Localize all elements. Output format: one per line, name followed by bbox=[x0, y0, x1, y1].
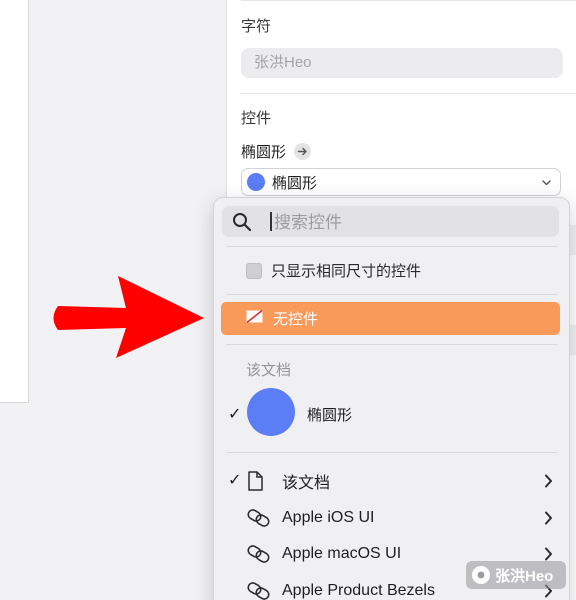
control-select[interactable]: 椭圆形 bbox=[241, 168, 561, 196]
same-size-only-checkbox[interactable] bbox=[246, 262, 262, 279]
chevron-right-icon bbox=[544, 474, 553, 493]
link-icon bbox=[247, 581, 271, 600]
control-select-value: 椭圆形 bbox=[272, 174, 318, 192]
symbol-label[interactable]: 椭圆形 bbox=[307, 404, 352, 425]
divider bbox=[226, 344, 557, 345]
search-field[interactable] bbox=[222, 206, 559, 239]
library-label: 该文档 bbox=[282, 475, 331, 492]
divider bbox=[226, 452, 557, 453]
divider bbox=[241, 93, 576, 94]
checkmark-icon: ✓ bbox=[228, 472, 242, 489]
watermark-logo-icon bbox=[472, 566, 490, 584]
chevron-down-icon bbox=[541, 175, 552, 192]
control-name-row: 椭圆形 bbox=[241, 141, 312, 162]
chevron-right-icon bbox=[544, 511, 553, 530]
search-icon bbox=[232, 212, 252, 237]
go-to-control-icon[interactable] bbox=[294, 143, 312, 160]
characters-section-title: 字符 bbox=[241, 18, 272, 35]
control-swatch bbox=[247, 173, 265, 191]
library-label: Apple Product Bezels bbox=[282, 582, 435, 599]
document-icon bbox=[247, 471, 263, 496]
checkmark-icon: ✓ bbox=[228, 406, 242, 423]
divider bbox=[226, 246, 557, 247]
watermark-text: 张洪Heo bbox=[495, 567, 554, 585]
symbol-preview-swatch[interactable] bbox=[247, 388, 295, 436]
same-size-only-option[interactable]: 只显示相同尺寸的控件 bbox=[246, 260, 421, 281]
no-control-icon bbox=[246, 309, 263, 327]
library-label: Apple iOS UI bbox=[282, 509, 375, 526]
no-control-label: 无控件 bbox=[273, 311, 319, 328]
same-size-only-label: 只显示相同尺寸的控件 bbox=[271, 263, 422, 280]
watermark: 张洪Heo bbox=[466, 561, 566, 589]
no-control-item[interactable]: 无控件 bbox=[221, 302, 560, 335]
control-picker-popup: 只显示相同尺寸的控件 无控件 该文档 ✓ 椭圆形 ✓ 该文档 bbox=[213, 197, 570, 600]
search-input[interactable] bbox=[272, 206, 546, 239]
library-item-apple-ios-ui[interactable]: Apple iOS UI bbox=[214, 503, 569, 533]
canvas-page bbox=[0, 0, 29, 403]
characters-field[interactable]: 张洪Heo bbox=[241, 48, 563, 78]
screen: 字符 张洪Heo 控件 椭圆形 椭圆形 搜索控件 只显示相同尺寸的控件 无控件 … bbox=[0, 0, 576, 600]
divider bbox=[241, 0, 576, 1]
controls-section-title: 控件 bbox=[241, 110, 272, 127]
divider bbox=[226, 294, 557, 295]
link-icon bbox=[247, 544, 271, 569]
library-label: Apple macOS UI bbox=[282, 545, 402, 562]
annotation-arrow-icon bbox=[53, 276, 204, 358]
link-icon bbox=[247, 508, 271, 533]
control-name-label: 椭圆形 bbox=[241, 144, 287, 161]
document-group-header: 该文档 bbox=[246, 362, 292, 379]
library-item-this-document[interactable]: ✓ 该文档 bbox=[214, 466, 569, 496]
